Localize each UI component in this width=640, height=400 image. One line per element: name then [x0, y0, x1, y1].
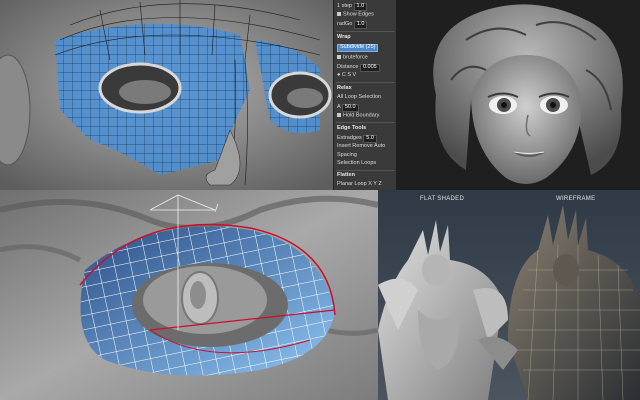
face-retopo-viewport[interactable]: [0, 0, 333, 190]
tool-label: Hold Boundary: [343, 112, 380, 119]
tool-label: bruteforce: [343, 54, 368, 61]
checkbox-icon: [337, 12, 341, 16]
eye-retopo-viewport[interactable]: [0, 190, 378, 400]
eye-retopo-render: [0, 190, 378, 400]
checkbox-icon: [337, 113, 341, 117]
divider: [336, 31, 395, 32]
character-comparison-render: [378, 190, 640, 400]
head-sculpt-viewport[interactable]: [396, 0, 640, 190]
section-wrap: Wrap: [337, 34, 351, 40]
tool-label: Extradges: [337, 135, 362, 141]
divider: [336, 82, 395, 83]
retopo-tool-panel: 1 step 1.0 Show Edges radGo 1.0 Wrap Sub…: [333, 0, 398, 190]
tool-row-extradges[interactable]: Extradges 5.0: [337, 135, 395, 143]
section-edge-tools: Edge Tools: [337, 125, 367, 131]
section-flatten: Flatten: [337, 172, 356, 178]
face-retopo-render: [0, 0, 333, 190]
mode-buttons[interactable]: ● C S V: [337, 72, 395, 79]
extradges-value-field[interactable]: 5.0: [363, 135, 377, 143]
tool-row-radgo[interactable]: radGo 1.0: [337, 21, 395, 29]
section-relax: Relax: [337, 85, 352, 91]
spacing-buttons[interactable]: Selection Loops: [337, 160, 395, 167]
tool-label: A: [337, 104, 341, 110]
wireframe-caption: WIREFRAME: [556, 196, 596, 202]
distance-value-field[interactable]: 0.005: [359, 64, 380, 72]
head-sculpt-render: [396, 0, 640, 190]
image-collage: 1 step 1.0 Show Edges radGo 1.0 Wrap Sub…: [0, 0, 640, 400]
tool-label: Distance: [337, 64, 359, 70]
tool-row-step[interactable]: 1 step 1.0: [337, 3, 395, 11]
tool-label: Show Edges: [343, 11, 374, 18]
relax-amount-field[interactable]: 50.0: [341, 104, 359, 112]
tool-row-distance[interactable]: Distance 0.005: [337, 64, 395, 72]
edge-action-buttons[interactable]: Insert Remove Auto: [337, 143, 395, 150]
character-comparison-viewport[interactable]: FLAT SHADED WIREFRAME: [378, 190, 640, 400]
show-edges-checkbox[interactable]: Show Edges: [337, 12, 395, 18]
hold-boundary-checkbox[interactable]: Hold Boundary: [337, 113, 395, 119]
radgo-value-field[interactable]: 1.0: [353, 21, 368, 29]
checkbox-icon: [337, 55, 341, 59]
spacing-label: Spacing: [337, 152, 357, 158]
divider: [336, 122, 395, 123]
relax-mode-buttons[interactable]: All Loop Selection: [337, 94, 395, 101]
subdivide-button-row: Subdivide (25): [337, 44, 395, 52]
tool-label: 1 step: [337, 3, 352, 9]
step-value-field[interactable]: 1.0: [353, 3, 368, 11]
bruteforce-checkbox[interactable]: bruteforce: [337, 55, 395, 61]
flat-shaded-caption: FLAT SHADED: [420, 196, 465, 202]
subdivide-button[interactable]: Subdivide (25): [337, 44, 379, 52]
tool-label: radGo: [337, 21, 353, 27]
tool-row-relax-amount[interactable]: A 50.0: [337, 104, 395, 112]
planar-loop-buttons[interactable]: Planar Loop X Y Z: [337, 181, 395, 188]
divider: [336, 170, 395, 171]
